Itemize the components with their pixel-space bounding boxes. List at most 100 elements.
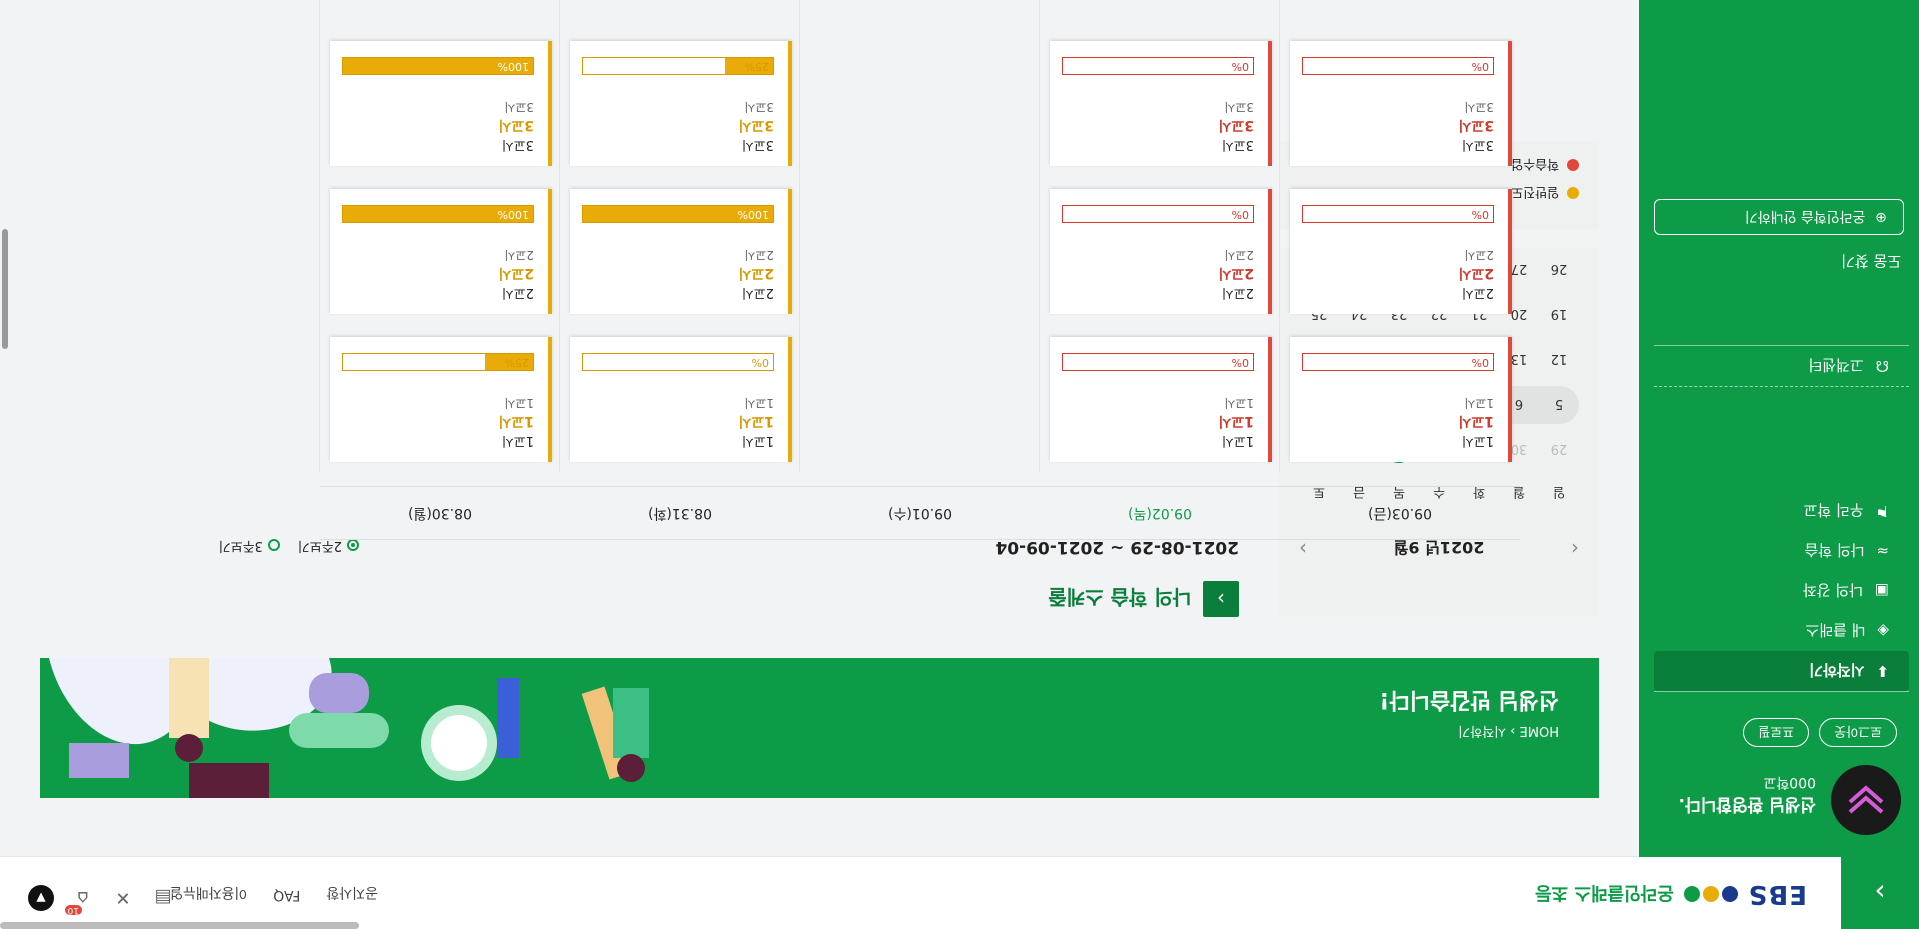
lesson-card[interactable]: 1교시 1교시 1교시 0% [1050, 337, 1272, 462]
lesson-period: 1교시 [501, 433, 534, 448]
lesson-card[interactable]: 2교시 2교시 2교시 100% [570, 189, 792, 314]
progress-percent: 0% [1231, 60, 1249, 73]
radio-2weeks[interactable] [347, 539, 359, 552]
calendar-next-button[interactable]: › [1299, 537, 1307, 561]
schedule-header: › 나의 학습 스케줄 [1048, 581, 1239, 617]
lesson-title: 2교시 [1458, 265, 1494, 281]
progress-bar: 100% [342, 57, 534, 75]
notification-badge: 10 [64, 905, 82, 915]
schedule-toggle-button[interactable]: › [1203, 581, 1239, 617]
sidebar-item-my-course[interactable]: ▣ 나의 강좌 [1654, 571, 1909, 611]
lesson-card[interactable]: 3교시 3교시 3교시 100% [330, 41, 552, 166]
calendar-day[interactable]: 12 [1539, 351, 1579, 366]
avatar[interactable] [1831, 765, 1901, 835]
chevron-right-icon: › [1874, 876, 1886, 910]
breadcrumb-current: 시작하기 [1458, 723, 1507, 738]
calendar-day[interactable]: 26 [1539, 261, 1579, 276]
horizontal-scrollbar[interactable] [0, 922, 359, 929]
settings-icon[interactable]: ✕ [112, 887, 134, 909]
progress-bar: 0% [1062, 353, 1254, 371]
lesson-card[interactable]: 2교시 2교시 2교시 0% [1050, 189, 1272, 314]
logout-button[interactable]: 로그아웃 [1819, 718, 1897, 747]
schedule-date-range: 2021-08-29 ~ 2021-09-04 [995, 537, 1239, 557]
lesson-period: 2교시 [501, 285, 534, 300]
option-3weeks[interactable]: 3주보기 [219, 538, 280, 557]
lesson-sub: 1교시 [1464, 396, 1494, 410]
menu-toggle-button[interactable]: › [1841, 857, 1919, 929]
lesson-period: 1교시 [741, 433, 774, 448]
option-label: 3주보기 [218, 538, 263, 553]
sidebar-item-our-school[interactable]: ⚑ 우리 학교 [1654, 491, 1909, 531]
lesson-card[interactable]: 3교시 3교시 3교시 0% [1050, 41, 1272, 166]
help-text[interactable]: 도움 찾기 [1841, 251, 1901, 272]
chevron-logo-icon [1848, 785, 1884, 814]
radio-3weeks[interactable] [267, 539, 280, 552]
lesson-period: 3교시 [1221, 137, 1254, 152]
study-icon: ≈ [1876, 542, 1889, 560]
sidebar-item-start[interactable]: ⬇ 시작하기 [1654, 651, 1909, 691]
sidebar-item-label: 나의 강좌 [1802, 581, 1863, 600]
profile-icon[interactable]: ▼ [28, 885, 54, 911]
lesson-card[interactable]: 1교시 1교시 1교시 0% [570, 337, 792, 462]
lesson-sub: 1교시 [504, 396, 534, 410]
site-name: 온라인클래스 초등 [1534, 882, 1674, 903]
sidebar-item-my-class[interactable]: ◈ 내 클래스 [1654, 611, 1909, 651]
lesson-sub: 3교시 [744, 100, 774, 114]
sidebar-support: ☊ 고객센터 [1654, 345, 1909, 387]
link-manual[interactable]: 이용자매뉴얼 [170, 883, 247, 903]
logo-dot-blue [1721, 886, 1738, 902]
day-header: 09.03(금) [1280, 486, 1520, 540]
link-notice[interactable]: 공지사항 [326, 883, 378, 903]
sidebar-item-my-study[interactable]: ≈ 나의 학습 [1654, 531, 1909, 571]
schedule-title: 나의 학습 스케줄 [1048, 585, 1191, 610]
day-column: 1교시 1교시 1교시 25% 2교시 2교시 2교시 100% 3교시 3교시 3교시 100% [319, 0, 560, 472]
calendar-day[interactable]: 19 [1539, 306, 1579, 321]
top-icons: ▤ ✕ ⌂ 10 ▼ [28, 885, 174, 915]
lesson-sub: 2교시 [744, 248, 774, 262]
lesson-title: 2교시 [1218, 265, 1254, 281]
banner-illustration [49, 658, 649, 798]
day-header: 09.02(목) [1040, 486, 1280, 540]
lesson-card[interactable]: 1교시 1교시 1교시 25% [330, 337, 552, 462]
progress-bar: 0% [1302, 353, 1494, 371]
lesson-period: 2교시 [1461, 285, 1494, 300]
progress-bar: 0% [1302, 57, 1494, 75]
lesson-title: 3교시 [1218, 117, 1254, 133]
lesson-card[interactable]: 2교시 2교시 2교시 100% [330, 189, 552, 314]
lesson-card[interactable]: 3교시 3교시 3교시 0% [1290, 41, 1512, 166]
progress-bar: 100% [582, 205, 774, 223]
day-header: 08.31(화) [560, 486, 800, 540]
lesson-title: 3교시 [498, 117, 534, 133]
online-guide-button[interactable]: ⊕ 온라인학습 안내하기 [1654, 199, 1904, 235]
logo-dot-yellow [1702, 886, 1719, 902]
calendar-day[interactable]: 29 [1539, 441, 1579, 456]
day-header: 08.30(월) [320, 486, 560, 540]
profile-button[interactable]: 프로필 [1743, 718, 1810, 747]
greeting-text: 선생님 환영합니다. [1678, 794, 1817, 814]
lesson-title: 2교시 [498, 265, 534, 281]
bell-icon[interactable]: ⌂ 10 [64, 887, 94, 915]
lesson-sub: 3교시 [1464, 100, 1494, 114]
progress-percent: 100% [737, 208, 769, 221]
vertical-scrollbar[interactable] [2, 229, 8, 349]
legend-item-class: 학습수업 [1511, 156, 1579, 175]
lesson-card[interactable]: 3교시 3교시 3교시 25% [570, 41, 792, 166]
list-icon[interactable]: ▤ [152, 887, 174, 909]
link-faq[interactable]: FAQ [273, 883, 300, 903]
site-logo[interactable]: EBS 온라인클래스 초등 [1535, 879, 1807, 909]
lesson-card[interactable]: 1교시 1교시 1교시 0% [1290, 337, 1512, 462]
lesson-period: 2교시 [741, 285, 774, 300]
lesson-card[interactable]: 2교시 2교시 2교시 0% [1290, 189, 1512, 314]
option-2weeks[interactable]: 2주보기 [298, 538, 359, 557]
breadcrumb-separator: › [1506, 723, 1516, 738]
headset-icon: ☊ [1875, 357, 1889, 375]
sidebar-item-support[interactable]: ☊ 고객센터 [1654, 346, 1909, 386]
lesson-title: 1교시 [1458, 413, 1494, 429]
calendar-day[interactable]: 5 [1539, 396, 1579, 411]
progress-bar: 0% [1062, 205, 1254, 223]
lesson-title: 1교시 [1218, 413, 1254, 429]
progress-percent: 0% [1471, 60, 1489, 73]
class-icon: ◈ [1877, 622, 1889, 640]
day-column: 1교시 1교시 1교시 0% 2교시 2교시 2교시 100% 3교시 3교시 3교시 25% [559, 0, 800, 472]
breadcrumb-home[interactable]: HOME [1520, 723, 1559, 738]
